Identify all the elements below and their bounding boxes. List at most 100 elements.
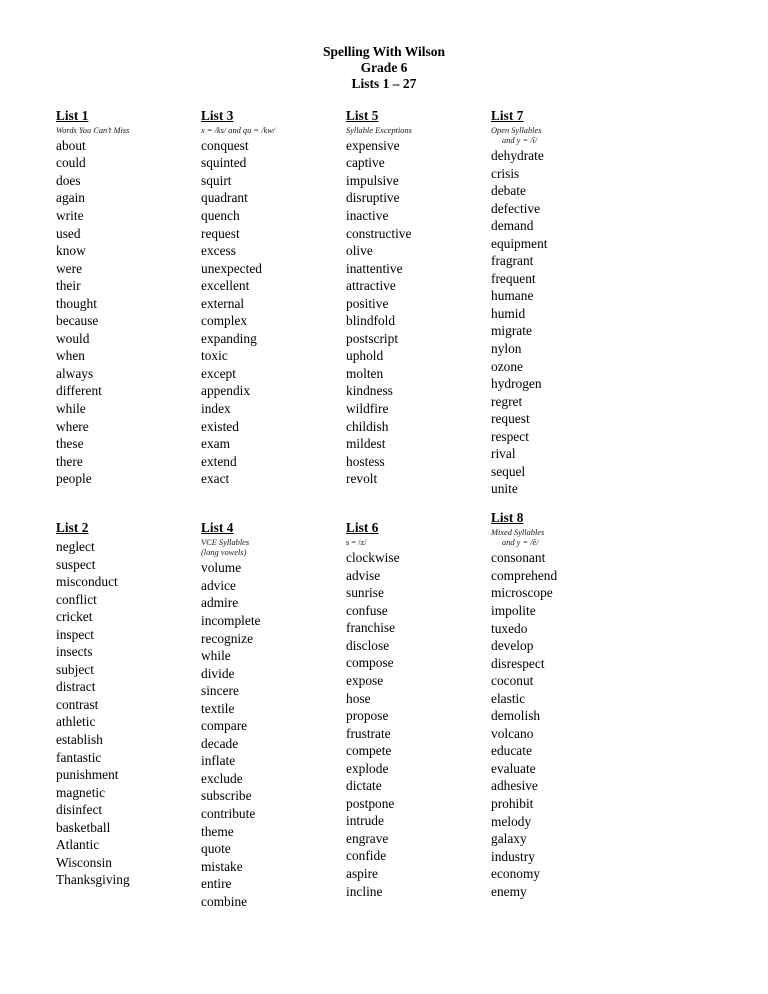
word-item: fantastic xyxy=(56,749,102,765)
word-item: respect xyxy=(491,428,529,444)
word-list-column-2: List 2 neglect suspect misconduct conflict c… xyxy=(56,519,201,910)
list-subtitle-line-1: x = /ks/ and qu = /kw/ xyxy=(201,125,276,135)
word-item: does xyxy=(56,172,81,188)
word-item: demolish xyxy=(491,708,541,724)
word-item: used xyxy=(56,225,81,241)
word-item: would xyxy=(56,330,90,346)
title-line-1: Spelling With Wilson xyxy=(322,44,446,59)
list-subtitle-line-1: Syllable Exceptions xyxy=(346,125,412,135)
list-subtitle: VCE Syllables (long vowels) xyxy=(201,538,346,558)
word-item: because xyxy=(56,313,99,329)
word-item: advise xyxy=(346,567,381,583)
word-item: economy xyxy=(491,866,541,882)
list-subtitle-line-1: Mixed Syllables xyxy=(491,527,545,537)
word-item: demand xyxy=(491,218,534,234)
word-list-column-3: List 3 x = /ks/ and qu = /kw/ conquest sq… xyxy=(201,107,346,498)
word-item: regret xyxy=(491,393,523,409)
word-item: were xyxy=(56,260,83,276)
word-item: uphold xyxy=(346,348,384,364)
word-item: hose xyxy=(346,690,371,706)
word-item: entire xyxy=(201,876,232,892)
word-item: index xyxy=(201,401,231,417)
word-item: unite xyxy=(491,481,518,497)
word-item: educate xyxy=(491,743,532,759)
word-item: people xyxy=(56,471,92,487)
word-item: mildest xyxy=(346,436,386,452)
word-item: rival xyxy=(491,446,516,462)
word-item: revolt xyxy=(346,471,378,487)
word-item: consonant xyxy=(491,550,546,566)
word-item: industry xyxy=(491,848,535,864)
word-item: childish xyxy=(346,418,389,434)
word-list-column-5: List 5 Syllable Exceptions expensive capt… xyxy=(346,107,491,498)
word-item: compare xyxy=(201,718,248,734)
word-item: insects xyxy=(56,644,93,660)
word-item: always xyxy=(56,365,94,381)
list-subtitle-line-1: Words You Can’t Miss xyxy=(56,125,130,135)
word-item: different xyxy=(56,383,102,399)
word-item: existed xyxy=(201,418,239,434)
word-item: complex xyxy=(201,313,248,329)
word-list: consonant comprehend microscope impolite tux… xyxy=(491,549,636,900)
word-item: postpone xyxy=(346,795,395,811)
word-item: subscribe xyxy=(201,788,252,804)
word-item: when xyxy=(56,348,86,364)
word-item: write xyxy=(56,208,84,223)
list-subtitle-line-2: and y = /ī/ xyxy=(502,135,538,145)
word-item: decade xyxy=(201,735,239,751)
list-subtitle: x = /ks/ and qu = /kw/ xyxy=(201,126,346,136)
word-item: thought xyxy=(56,295,97,311)
list-subtitle-line-1: s = /z/ xyxy=(346,537,367,547)
word-list-column-6: List 6 s = /z/ clockwise advise sunrise con… xyxy=(346,519,491,910)
word-item: impolite xyxy=(491,603,536,618)
word-item: disrespect xyxy=(491,655,545,671)
word-item: contrast xyxy=(56,696,99,712)
title-line-2: Grade 6 xyxy=(360,60,408,76)
word-item: captive xyxy=(346,155,385,171)
word-item: combine xyxy=(201,893,248,909)
word-item: engrave xyxy=(346,830,389,846)
word-item: basketball xyxy=(56,819,111,835)
word-item: quench xyxy=(201,208,240,223)
word-item: volcano xyxy=(491,725,534,741)
list-heading: List 4 xyxy=(201,519,234,535)
word-item: equipment xyxy=(491,235,548,251)
word-item: squinted xyxy=(201,155,247,171)
word-item: disruptive xyxy=(346,190,400,206)
word-item: where xyxy=(56,418,89,434)
word-item: their xyxy=(56,278,81,294)
word-item: expose xyxy=(346,672,384,688)
word-item: hydrogen xyxy=(491,376,542,392)
word-list: conquest squinted squirt quadrant quench requ… xyxy=(201,137,346,488)
word-item: about xyxy=(56,137,86,153)
word-item: fragrant xyxy=(491,253,534,269)
word-item: unexpected xyxy=(201,260,262,276)
word-item: expanding xyxy=(201,330,257,346)
word-item: kindness xyxy=(346,383,393,399)
word-list: clockwise advise sunrise confuse franchise di… xyxy=(346,549,491,900)
word-item: neglect xyxy=(56,538,95,554)
word-list-grid-top: List 1 Words You Can’t Miss about could do… xyxy=(56,107,712,498)
word-item: attractive xyxy=(346,278,396,294)
word-item: clockwise xyxy=(346,550,400,566)
word-item: humane xyxy=(491,288,534,304)
word-item: sequel xyxy=(491,463,526,479)
word-item: develop xyxy=(491,638,534,654)
word-item: blindfold xyxy=(346,313,396,329)
word-item: comprehend xyxy=(491,567,558,583)
word-item: aspire xyxy=(346,866,378,881)
word-item: inattentive xyxy=(346,260,403,276)
word-item: inactive xyxy=(346,208,389,223)
word-item: ozone xyxy=(491,358,523,374)
list-subtitle-line-1: Open Syllables xyxy=(491,125,542,135)
word-item: propose xyxy=(346,708,389,724)
list-subtitle: s = /z/ xyxy=(346,538,491,548)
word-item: cricket xyxy=(56,609,93,625)
word-item: molten xyxy=(346,365,384,381)
word-item: postscript xyxy=(346,330,399,346)
word-item: conquest xyxy=(201,137,249,153)
word-item: microscope xyxy=(491,585,553,601)
word-item: again xyxy=(56,190,85,206)
word-item: except xyxy=(201,365,236,381)
list-heading: List 3 xyxy=(201,107,234,123)
